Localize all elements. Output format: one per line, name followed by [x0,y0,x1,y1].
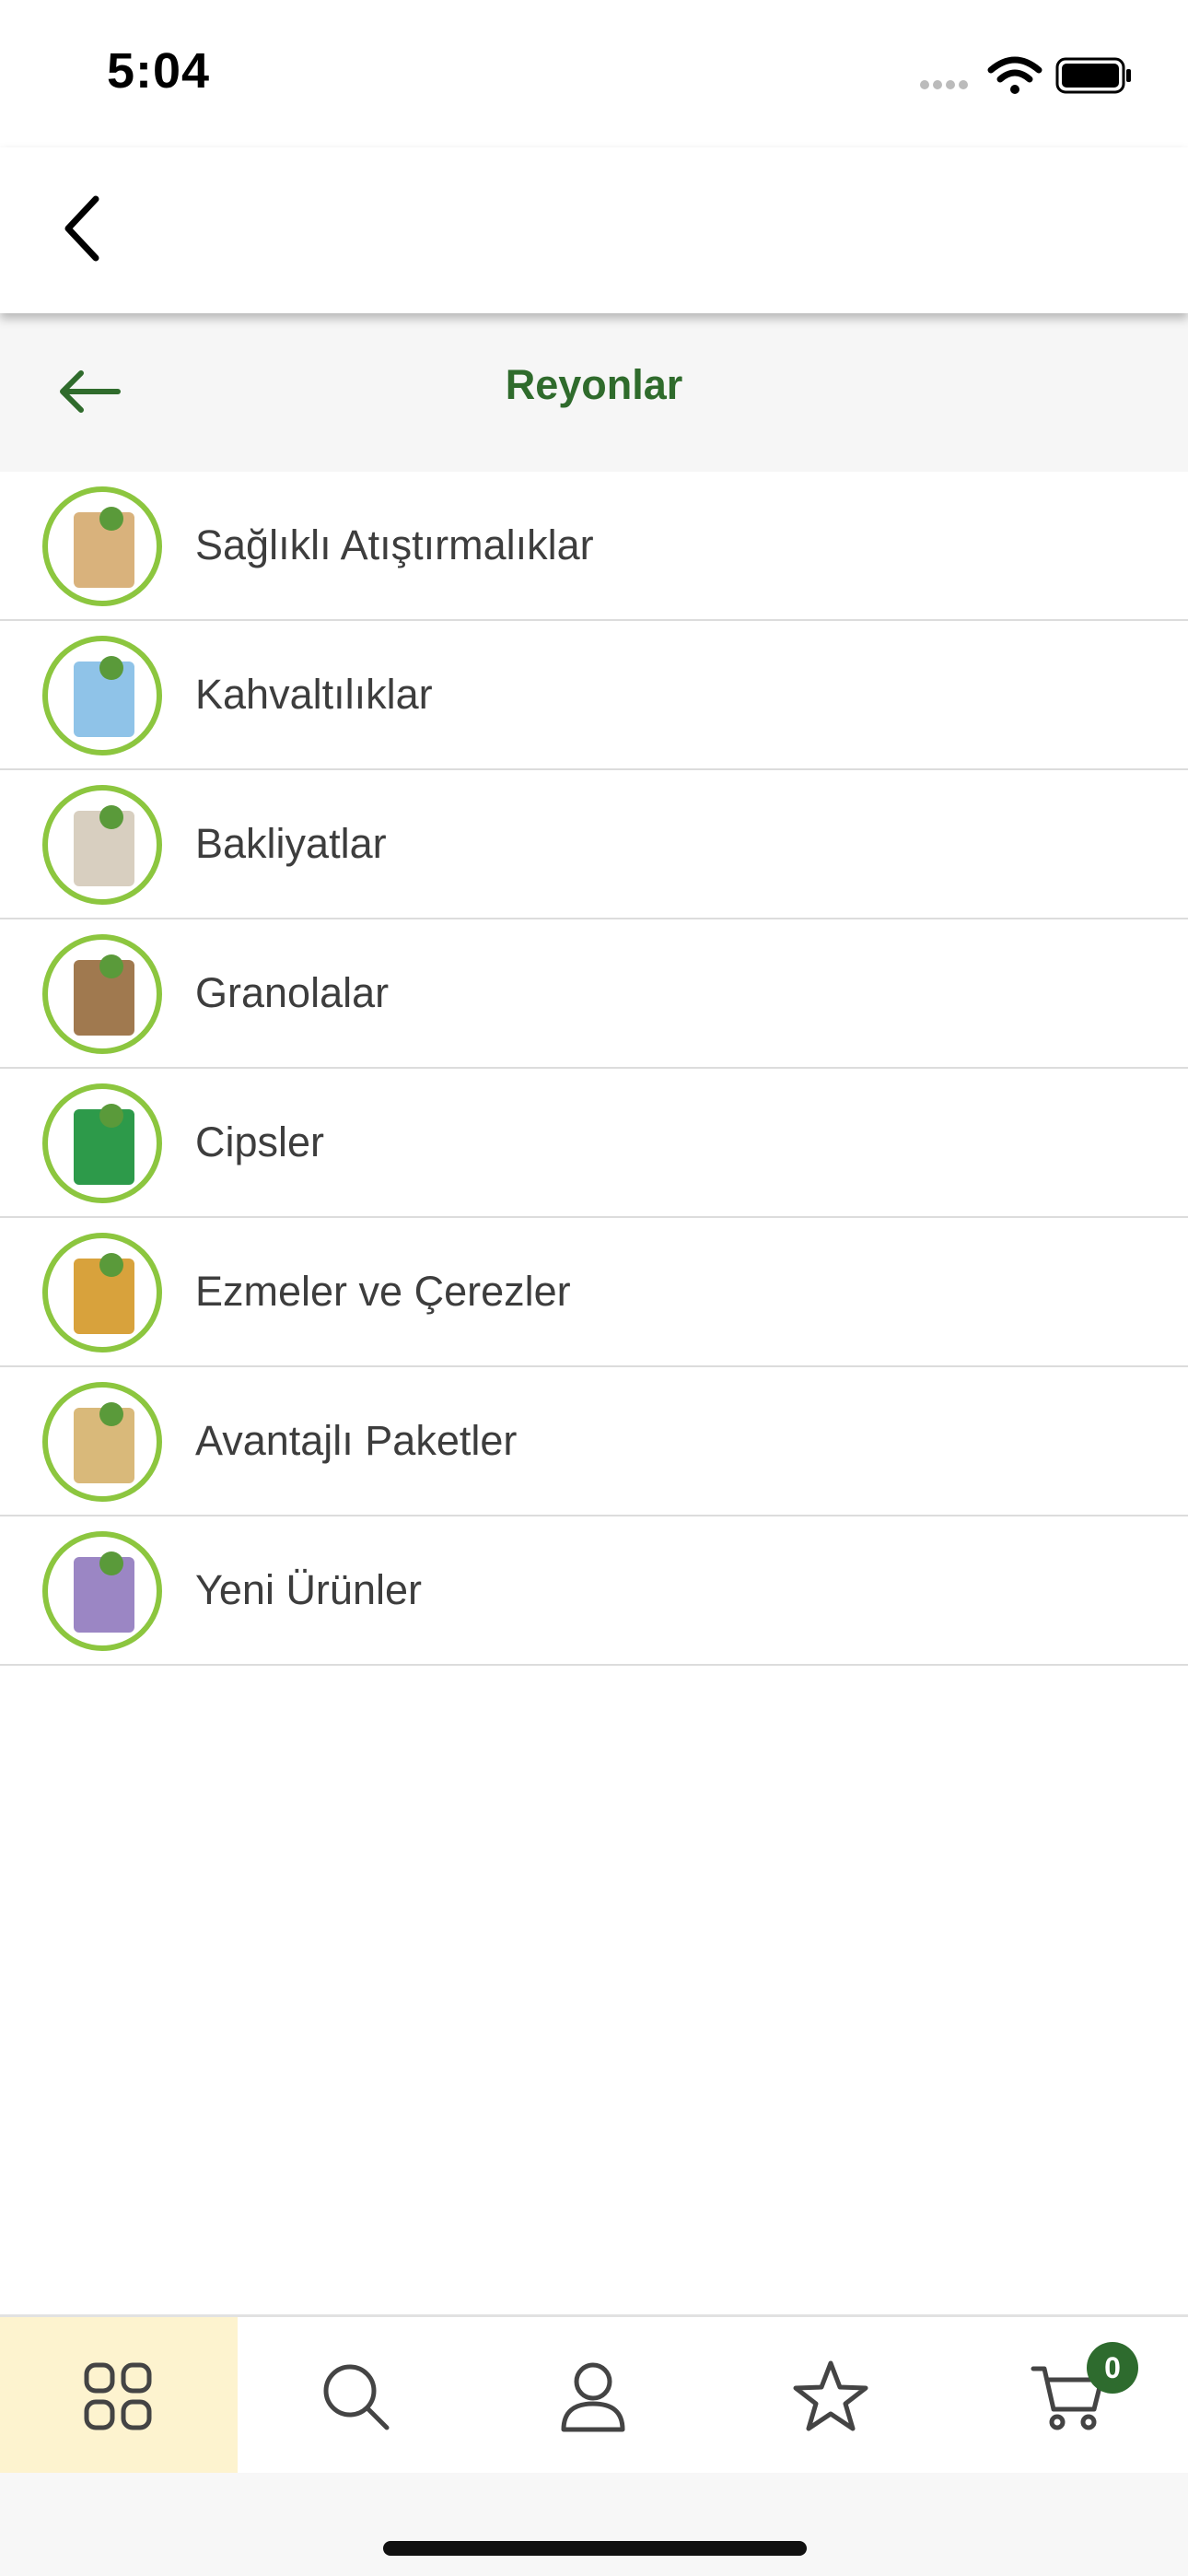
category-label: Kahvaltılıklar [195,671,433,718]
home-indicator [383,2541,807,2556]
section-header: Reyonlar [0,313,1188,472]
snack-package-thumbnail [42,486,162,606]
search-icon [323,2364,390,2430]
back-chevron-icon[interactable] [55,192,111,265]
tab-cart[interactable] [950,2317,1188,2476]
list-item[interactable]: Yeni Ürünler [0,1516,1188,1666]
categories-icon [84,2362,152,2430]
chips-package-thumbnail [42,1083,162,1203]
legumes-package-thumbnail [42,785,162,905]
battery-icon [1055,57,1131,94]
bundle-boxes-thumbnail [42,1382,162,1502]
list-item[interactable]: Bakliyatlar [0,770,1188,919]
category-label: Granolalar [195,969,390,1016]
profile-icon [561,2362,625,2432]
category-label: Bakliyatlar [195,820,387,867]
category-label: Sağlıklı Atıştırmalıklar [195,521,594,568]
category-label: Yeni Ürünler [195,1566,422,1613]
favorites-icon [793,2360,868,2431]
category-label: Ezmeler ve Çerezler [195,1268,571,1315]
home-indicator-area [0,2473,1188,2576]
tab-profile[interactable] [475,2317,713,2476]
list-item[interactable]: Cipsler [0,1069,1188,1218]
status-bar: 5:04 [0,0,1188,147]
navigation-bar [0,147,1188,313]
granola-package-thumbnail [42,934,162,1054]
category-label: Avantajlı Paketler [195,1417,518,1464]
list-item[interactable]: Ezmeler ve Çerezler [0,1218,1188,1367]
category-list: Sağlıklı Atıştırmalıklar Kahvaltılıklar … [0,472,1188,1666]
list-item[interactable]: Granolalar [0,919,1188,1069]
tab-bar [0,2314,1188,2476]
new-product-thumbnail [42,1531,162,1651]
cart-count-badge: 0 [1087,2342,1138,2394]
wifi-icon [987,56,1042,94]
list-item[interactable]: Kahvaltılıklar [0,621,1188,770]
breakfast-package-thumbnail [42,636,162,755]
spread-jar-thumbnail [42,1233,162,1352]
list-item[interactable]: Sağlıklı Atıştırmalıklar [0,472,1188,621]
tab-categories[interactable] [0,2317,238,2476]
list-item[interactable]: Avantajlı Paketler [0,1367,1188,1516]
tab-search[interactable] [238,2317,475,2476]
cellular-signal-icon [920,80,968,89]
category-label: Cipsler [195,1118,325,1165]
tab-favorites[interactable] [713,2317,950,2476]
status-time: 5:04 [107,43,211,99]
page-title: Reyonlar [505,361,683,408]
